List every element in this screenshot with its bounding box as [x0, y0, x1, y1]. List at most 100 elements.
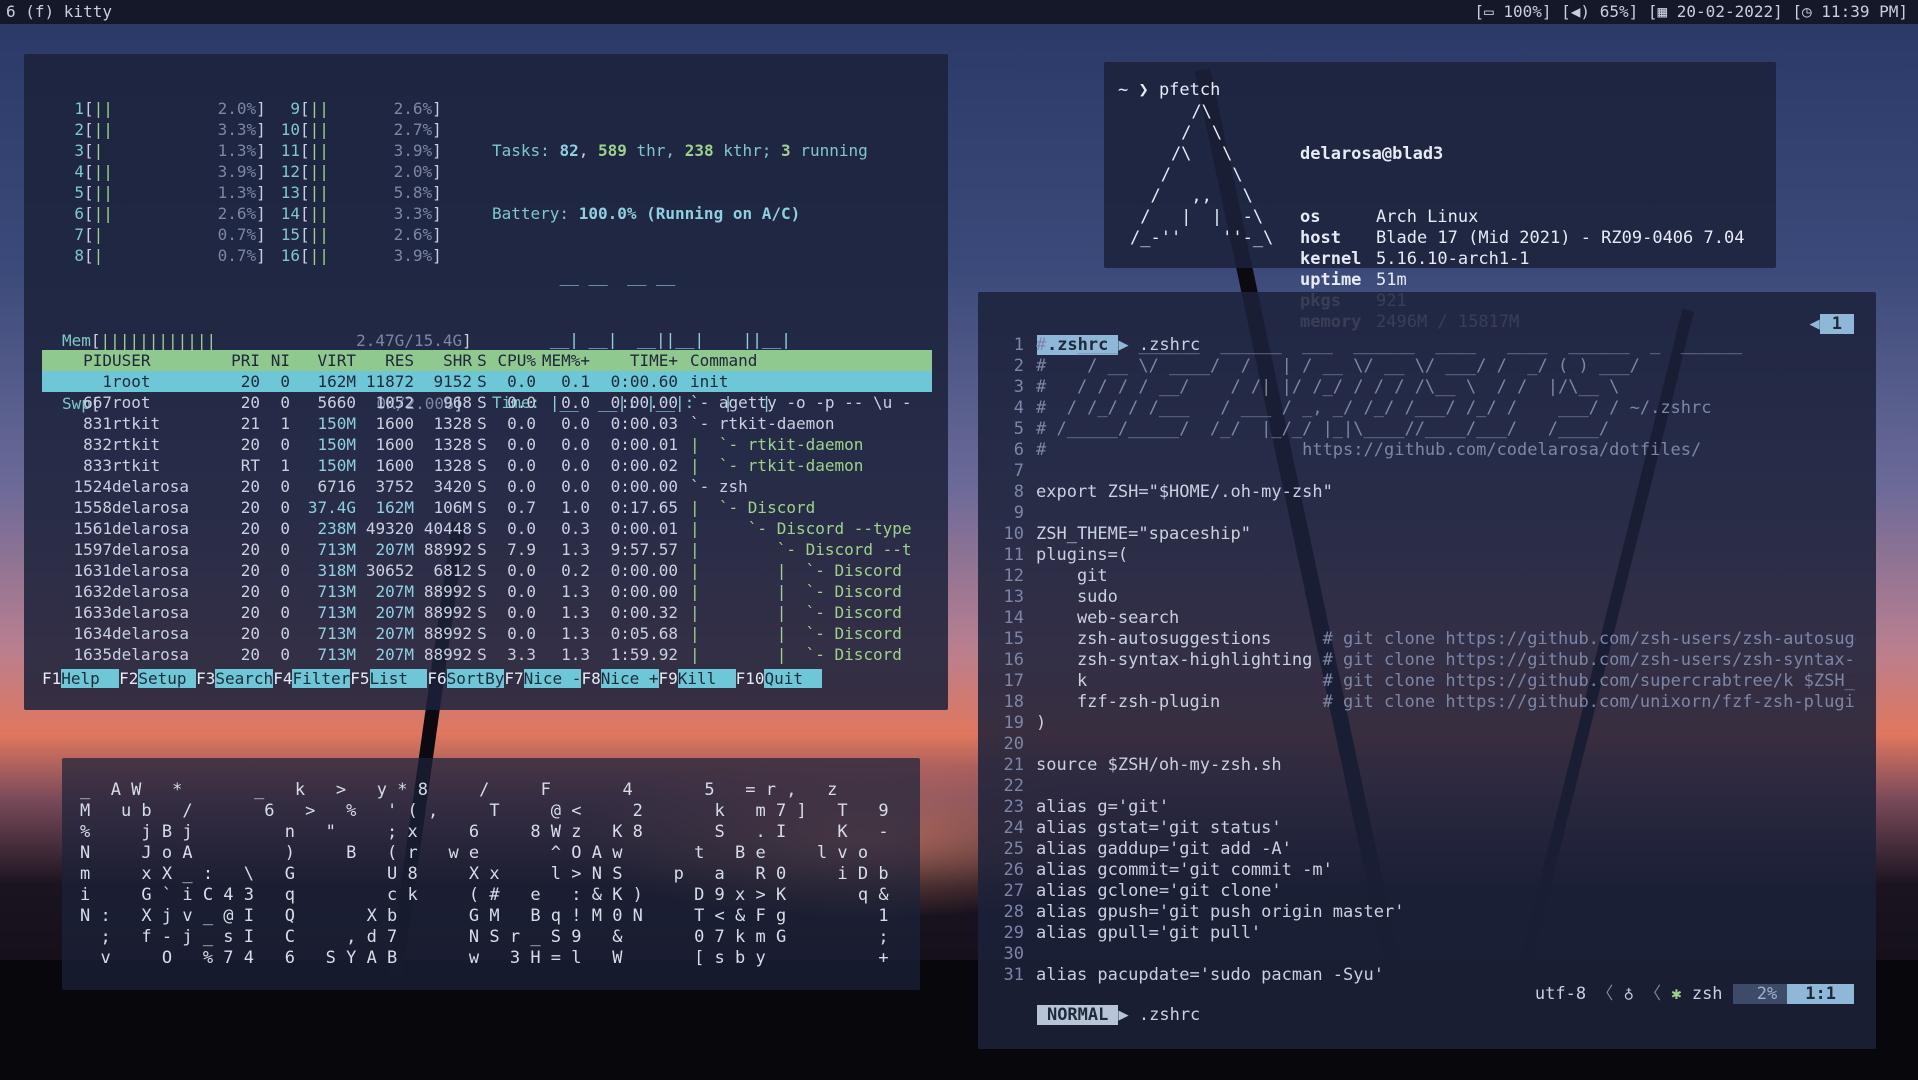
- column-header[interactable]: SHR: [414, 350, 472, 371]
- column-header[interactable]: VIRT: [290, 350, 356, 371]
- code-line[interactable]: 9: [996, 503, 1856, 524]
- code-line[interactable]: 8 export ZSH="$HOME/.oh-my-zsh": [996, 482, 1856, 503]
- code-line[interactable]: 12 git: [996, 566, 1856, 587]
- line-text: # /_____/_____/ /_/ |_/_/ |_|\____//____…: [1036, 419, 1610, 439]
- column-header[interactable]: CPU%: [492, 350, 536, 371]
- column-header[interactable]: NI: [260, 350, 290, 371]
- code-line[interactable]: 4 # / /_/ / /___ / ___ / _, _/ /_/ /___/ …: [996, 398, 1856, 419]
- process-row[interactable]: 1524 delarosa 20 0 6716 3752 3420 S 0.0 0.0 0:00.0…: [42, 476, 932, 497]
- fkey-action[interactable]: Help: [61, 669, 120, 688]
- code-line[interactable]: 11 plugins=(: [996, 545, 1856, 566]
- column-header[interactable]: S: [472, 350, 492, 371]
- code-line[interactable]: 27 alias gclone='git clone': [996, 881, 1856, 902]
- code-line[interactable]: 18 fzf-zsh-plugin # git clone https://gi…: [996, 692, 1856, 713]
- fkey-action[interactable]: Filter: [292, 669, 351, 688]
- process-row[interactable]: 1558 delarosa 20 0 37.4G 162M 106M S 0.7 1.0 0:17.…: [42, 497, 932, 518]
- line-text: alias gaddup='git add -A': [1036, 839, 1292, 859]
- code-line[interactable]: 2 # / __ \/ ____/ / | / __ \/ __ \/ ___/ …: [996, 356, 1856, 377]
- line-number: 9: [1013, 503, 1024, 523]
- cmatrix-window[interactable]: _ A W * _ k > y * 8 / F 4 5 = r , zM u b…: [62, 758, 920, 990]
- code-line[interactable]: 30: [996, 944, 1856, 965]
- code-line[interactable]: 16 zsh-syntax-highlighting # git clone h…: [996, 650, 1856, 671]
- line-text: alias pacupdate='sudo pacman -Syu': [1036, 965, 1384, 985]
- process-cell: 1: [280, 456, 290, 475]
- column-header[interactable]: RES: [356, 350, 414, 371]
- cpu-meter: 4[|| 3.9%]: [44, 161, 265, 182]
- code-line[interactable]: 20: [996, 734, 1856, 755]
- process-row[interactable]: 1633 delarosa 20 0 713M 207M 88992 S 0.0 1.3 0:00.…: [42, 602, 932, 623]
- code-line[interactable]: 10 ZSH_THEME="spaceship": [996, 524, 1856, 545]
- process-cell: 20: [240, 435, 260, 454]
- code-line[interactable]: 22: [996, 776, 1856, 797]
- user-host: delarosa@blad3: [1300, 144, 1444, 164]
- process-row[interactable]: 1635 delarosa 20 0 713M 207M 88992 S 3.3 1.3 1:59.…: [42, 644, 932, 665]
- fkey-action[interactable]: List: [369, 669, 428, 688]
- vim-buffer[interactable]: 1 # ____ ______ ______ ___ ______ ____ __…: [996, 335, 1856, 986]
- code-line[interactable]: 26 alias gcommit='git commit -m': [996, 860, 1856, 881]
- process-cell: 318M: [317, 561, 356, 580]
- fkey-action[interactable]: Search: [215, 669, 274, 688]
- code-line[interactable]: 19): [996, 713, 1856, 734]
- process-cell: 20: [240, 372, 260, 391]
- line-number: 15: [1003, 629, 1024, 649]
- column-header[interactable]: MEM%+: [536, 350, 590, 371]
- cpu-percent: 2.6%: [217, 204, 257, 223]
- cpu-number: 8: [74, 246, 84, 265]
- workspace-label[interactable]: 6 (f) kitty: [6, 0, 112, 24]
- code-line[interactable]: 3 # / / / / __/ / /| |/ /_/ / / / /\__ \ …: [996, 377, 1856, 398]
- code-line[interactable]: 14 web-search: [996, 608, 1856, 629]
- logo-line: /\: [1130, 102, 1212, 122]
- code-line[interactable]: 29 alias gpull='git pull': [996, 923, 1856, 944]
- fkey-action[interactable]: Setup: [138, 669, 197, 688]
- line-number: 30: [1003, 944, 1024, 964]
- code-line[interactable]: 21 source $ZSH/oh-my-zsh.sh: [996, 755, 1856, 776]
- line-text: alias gstat='git status': [1036, 818, 1282, 838]
- process-row[interactable]: 1632 delarosa 20 0 713M 207M 88992 S 0.0 1.3 0:00.…: [42, 581, 932, 602]
- code-line[interactable]: 7: [996, 461, 1856, 482]
- process-cell: S: [477, 456, 487, 475]
- fkey-action[interactable]: SortBy: [446, 669, 505, 688]
- process-row[interactable]: 1 root 20 0 162M 11872 9152 S 0.0 0.1 0:00.60 init: [42, 371, 932, 392]
- process-cell: 6716: [317, 477, 356, 496]
- fkey-action[interactable]: Quit: [764, 669, 823, 688]
- vim-window[interactable]: .zshrc ▶ .zshrc ◀ 1 1 # ____ ______ ______ …: [978, 292, 1876, 1049]
- column-header[interactable]: PRI: [202, 350, 260, 371]
- process-row[interactable]: 1631 delarosa 20 0 318M 30652 6812 S 0.0 0.2 0:00.…: [42, 560, 932, 581]
- process-cell: 713M: [317, 540, 356, 559]
- code-line[interactable]: 23 alias g='git': [996, 797, 1856, 818]
- fkey-action[interactable]: Kill: [677, 669, 736, 688]
- code-line[interactable]: 1 # ____ ______ ______ ___ ______ ____ __…: [996, 335, 1856, 356]
- fkey-action[interactable]: Nice +: [600, 669, 659, 688]
- process-row[interactable]: 833 rtkit RT 1 150M 1600 1328 S 0.0 0.0 0:00.02 | `…: [42, 455, 932, 476]
- process-row[interactable]: 831 rtkit 21 1 150M 1600 1328 S 0.0 0.0 0:00.03 `- …: [42, 413, 932, 434]
- code-line[interactable]: 28 alias gpush='git push origin master': [996, 902, 1856, 923]
- code-line[interactable]: 17 k # git clone https://github.com/supe…: [996, 671, 1856, 692]
- process-table-header[interactable]: PID USER PRI NI VIRT RES SHR S CPU% MEM%+ TIME+ Com…: [42, 350, 932, 371]
- process-row[interactable]: 1597 delarosa 20 0 713M 207M 88992 S 7.9 1.3 9:57.…: [42, 539, 932, 560]
- column-header[interactable]: Command: [678, 350, 932, 371]
- buffer-number[interactable]: 1: [1819, 314, 1854, 334]
- pfetch-window[interactable]: ~ ❯ pfetch /\ / \ /\ \ / \ / ,, \ / | | …: [1104, 62, 1776, 332]
- process-row[interactable]: 1634 delarosa 20 0 713M 207M 88992 S 0.0 1.3 0:05.…: [42, 623, 932, 644]
- code-line[interactable]: 31 alias pacupdate='sudo pacman -Syu': [996, 965, 1856, 986]
- status-bar: 6 (f) kitty [▭ 100%] [◀) 65%] [▦ 20-02-2…: [0, 0, 1918, 24]
- process-row[interactable]: 1561 delarosa 20 0 238M 49320 40448 S 0.0 0.3 0:00…: [42, 518, 932, 539]
- line-number: 25: [1003, 839, 1024, 859]
- process-row[interactable]: 832 rtkit 20 0 150M 1600 1328 S 0.0 0.0 0:00.01 | `…: [42, 434, 932, 455]
- code-line[interactable]: 15 zsh-autosuggestions # git clone https…: [996, 629, 1856, 650]
- line-text: zsh-autosuggestions: [1036, 629, 1323, 649]
- htop-window[interactable]: 1[|| 2.0%] 9[|| 2.6%] 2[|| 3.3%] 10[|| 2.7%] 3[|…: [24, 54, 948, 710]
- code-line[interactable]: 24 alias gstat='git status': [996, 818, 1856, 839]
- process-table[interactable]: PID USER PRI NI VIRT RES SHR S CPU% MEM%+ TIME+ Com…: [42, 350, 932, 665]
- column-header[interactable]: USER: [112, 350, 202, 371]
- column-header[interactable]: PID: [42, 350, 112, 371]
- code-line[interactable]: 13 sudo: [996, 587, 1856, 608]
- line-text: web-search: [1036, 608, 1180, 628]
- process-cell: 0: [280, 645, 290, 664]
- code-line[interactable]: 25 alias gaddup='git add -A': [996, 839, 1856, 860]
- code-line[interactable]: 5 # /_____/_____/ /_/ |_/_/ |_|\____//___…: [996, 419, 1856, 440]
- fkey-action[interactable]: Nice -: [523, 669, 582, 688]
- code-line[interactable]: 6 # https://github.com/codelarosa/dotfile…: [996, 440, 1856, 461]
- column-header[interactable]: TIME+: [590, 350, 678, 371]
- process-row[interactable]: 667 root 20 0 5660 1052 968 S 0.0 0.0 0:00.00 `- ag…: [42, 392, 932, 413]
